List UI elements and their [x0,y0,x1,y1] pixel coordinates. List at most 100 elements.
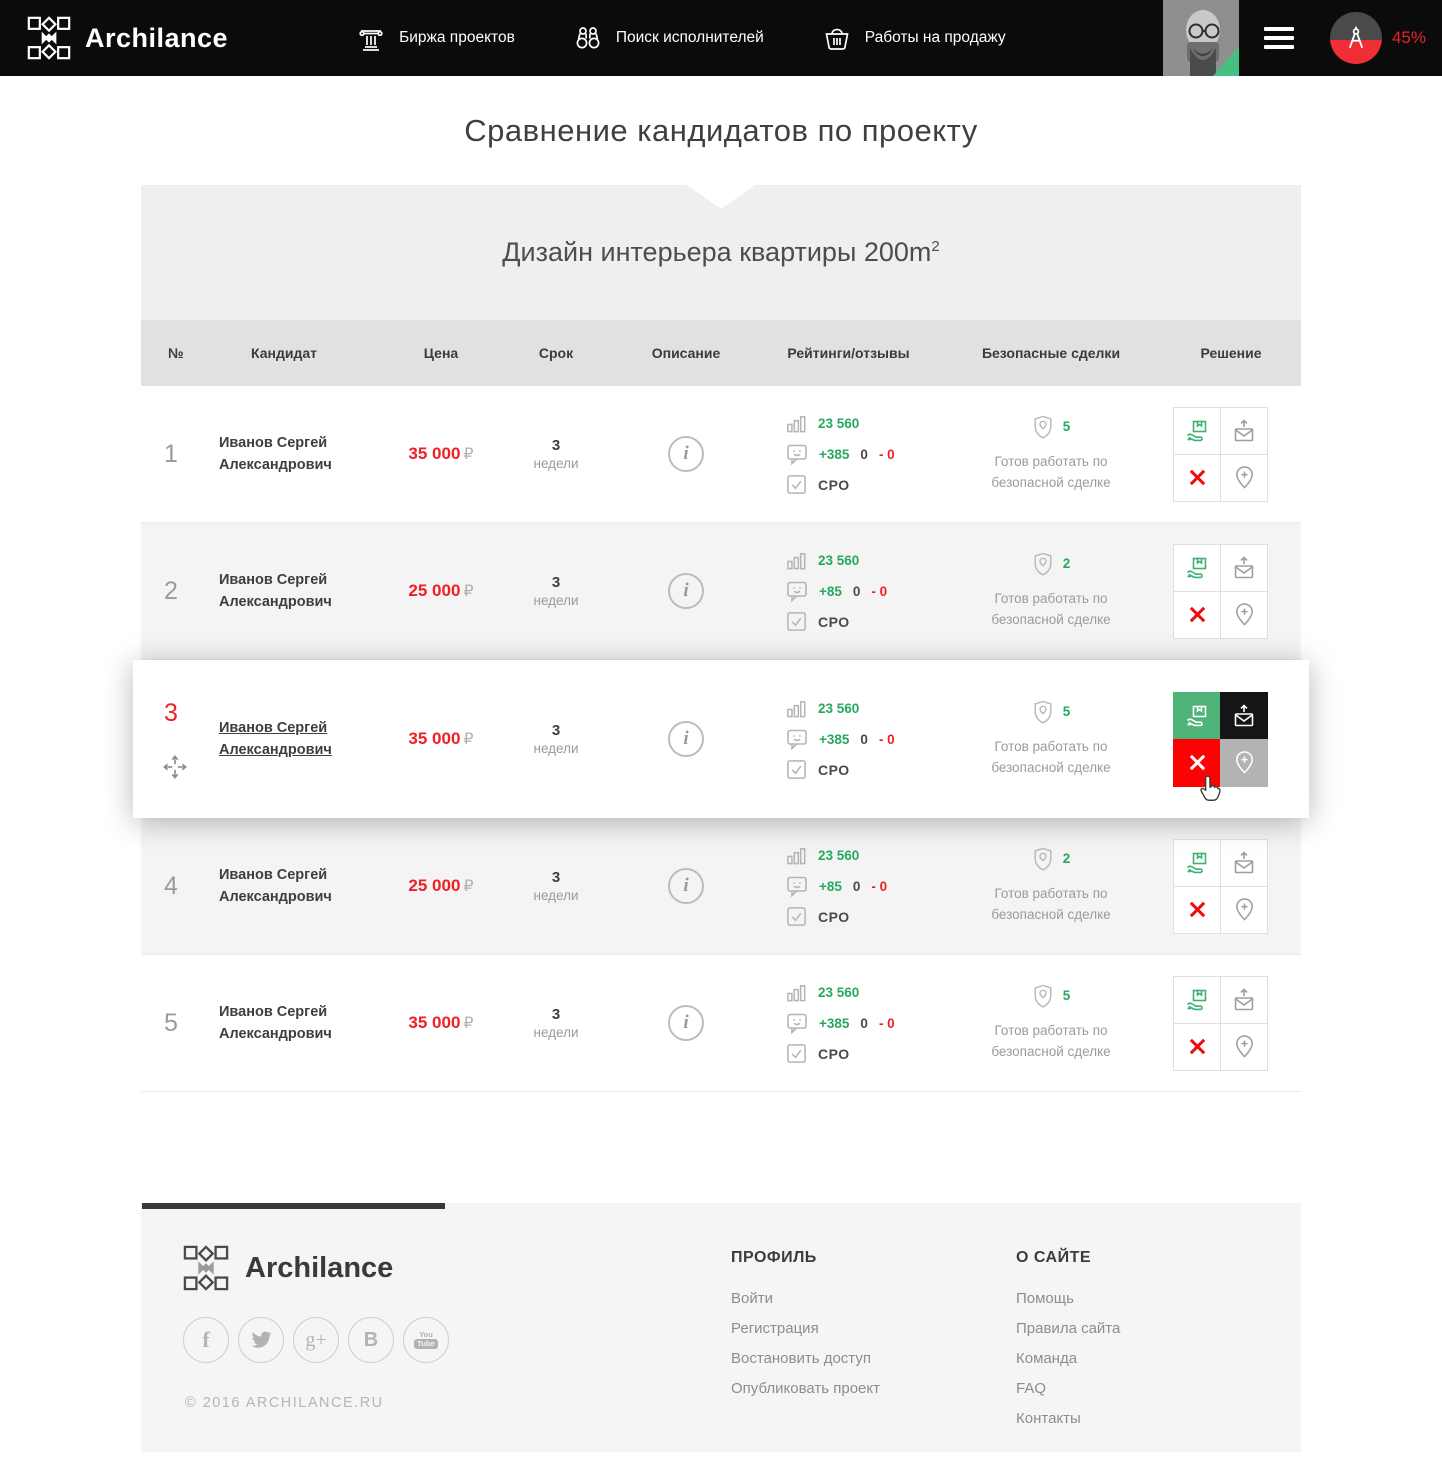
decision-buttons [1173,976,1269,1071]
row-number-cell: 5 [141,955,211,1091]
send-message-button[interactable] [1220,692,1268,740]
vk-icon[interactable]: B [348,1317,394,1363]
footer-link[interactable]: Команда [1016,1350,1120,1367]
footer-link[interactable]: Контакты [1016,1410,1120,1427]
column-icon [356,23,386,53]
info-icon[interactable]: i [668,721,704,757]
reject-button[interactable] [1173,886,1221,934]
add-location-button[interactable] [1220,739,1268,787]
row-number-cell: 2 [141,523,211,659]
candidate-name[interactable]: Иванов Сергей Александрович [211,864,386,909]
offer-deal-button[interactable] [1173,692,1221,740]
membership-label: СРО [818,477,850,493]
membership-label: СРО [818,614,850,630]
table-row: 5 Иванов Сергей Александрович 35 000₽ 3 … [141,955,1301,1092]
rating-negative: - 0 [871,879,887,894]
info-icon[interactable]: i [668,573,704,609]
rating-neutral: 0 [853,584,861,599]
reviews-bubble-icon [786,875,808,897]
google-plus-icon[interactable]: g+ [293,1317,339,1363]
offer-deal-button[interactable] [1173,407,1221,455]
description-cell: i [616,573,756,609]
candidate-name[interactable]: Иванов Сергей Александрович [211,717,386,762]
ratings-cell: 23 560 +385 0 - 0 [756,982,941,1064]
nav-item-find-contractors[interactable]: Поиск исполнителей [573,23,764,53]
offer-deal-button[interactable] [1173,544,1221,592]
shield-icon [1032,984,1054,1008]
ratings-cell: 23 560 +85 0 - 0 [756,550,941,632]
offer-deal-button[interactable] [1173,839,1221,887]
membership-label: СРО [818,909,850,925]
footer-link[interactable]: Войти [731,1290,880,1307]
reject-button[interactable] [1173,739,1221,787]
add-location-button[interactable] [1220,454,1268,502]
user-avatar[interactable] [1163,0,1239,76]
brand-name: Archilance [85,23,228,54]
rating-negative: - 0 [879,447,895,462]
shield-icon [1032,700,1054,724]
footer-profile-title: ПРОФИЛЬ [731,1249,880,1267]
candidate-name[interactable]: Иванов Сергей Александрович [211,432,386,477]
stats-bars-icon [786,550,807,571]
youtube-icon[interactable]: You Tube [403,1317,449,1363]
rating-positive: +85 [819,584,842,599]
menu-button[interactable] [1264,22,1294,54]
views-line: 23 560 [786,982,941,1003]
send-message-button[interactable] [1220,976,1268,1024]
info-icon[interactable]: i [668,436,704,472]
offer-deal-button[interactable] [1173,976,1221,1024]
footer-link[interactable]: Опубликовать проект [731,1380,880,1397]
social-links: f g+ B You Tube [183,1317,449,1363]
main-nav: Биржа проектов Поиск исполнителей Рабо [356,23,1006,53]
shield-icon [1032,552,1054,576]
profile-progress-value: 45% [1392,28,1426,48]
membership-label: СРО [818,762,850,778]
facebook-icon[interactable]: f [183,1317,229,1363]
archilance-logo-icon [27,16,71,60]
brand-logo[interactable]: Archilance [27,16,228,60]
drag-handle-icon[interactable] [162,754,211,780]
footer-link[interactable]: FAQ [1016,1380,1120,1397]
reject-button[interactable] [1173,1023,1221,1071]
table-row: 1 Иванов Сергей Александрович 35 000₽ 3 … [141,386,1301,523]
reviews-line: +385 0 - 0 [786,443,941,465]
nav-item-projects-exchange[interactable]: Биржа проектов [356,23,515,53]
safe-deals-text: Готов работать по безопасной сделке [966,589,1136,631]
info-icon[interactable]: i [668,868,704,904]
footer-brand[interactable]: Archilance [183,1245,393,1291]
column-header-number: № [141,345,211,361]
add-location-button[interactable] [1220,1023,1268,1071]
add-location-button[interactable] [1220,591,1268,639]
ratings-cell: 23 560 +385 0 - 0 [756,413,941,495]
project-title: Дизайн интерьера квартиры 200m2 [502,237,940,268]
profile-progress[interactable]: 45% [1330,12,1426,64]
reject-button[interactable] [1173,454,1221,502]
decision-buttons [1173,839,1269,934]
rating-negative: - 0 [871,584,887,599]
candidate-name[interactable]: Иванов Сергей Александрович [211,569,386,614]
send-message-button[interactable] [1220,544,1268,592]
row-number: 3 [164,699,211,728]
twitter-icon[interactable] [238,1317,284,1363]
send-message-button[interactable] [1220,839,1268,887]
reviews-bubble-icon [786,443,808,465]
nav-item-works-for-sale[interactable]: Работы на продажу [822,23,1006,53]
rating-negative: - 0 [879,732,895,747]
footer-link[interactable]: Правила сайта [1016,1320,1120,1337]
footer-link[interactable]: Востановить доступ [731,1350,880,1367]
rating-neutral: 0 [860,732,868,747]
main-content: Сравнение кандидатов по проекту Дизайн и… [141,76,1301,1092]
footer-link[interactable]: Помощь [1016,1290,1120,1307]
views-line: 23 560 [786,413,941,434]
send-message-button[interactable] [1220,407,1268,455]
membership-line: СРО [786,474,941,495]
add-location-button[interactable] [1220,886,1268,934]
candidate-name[interactable]: Иванов Сергей Александрович [211,1001,386,1046]
footer-link[interactable]: Регистрация [731,1320,880,1337]
footer-about-links: Помощь Правила сайта Команда FAQ Контакты [1016,1290,1120,1427]
safe-deals-count: 2 [1063,851,1071,866]
info-icon[interactable]: i [668,1005,704,1041]
term-cell: 3 недели [496,574,616,608]
reject-button[interactable] [1173,591,1221,639]
copyright: © 2016 ARCHILANCE.RU [185,1395,384,1411]
